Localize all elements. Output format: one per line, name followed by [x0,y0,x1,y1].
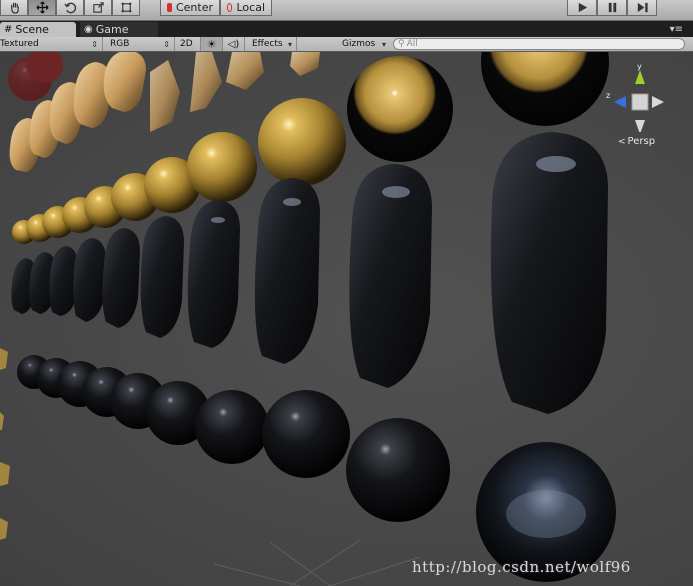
hierarchy-search-input[interactable]: ⚲ All [393,38,685,50]
svg-text:z: z [606,91,610,100]
gizmo-z-axis-icon: z [606,91,626,108]
effects-label: Effects [252,39,283,49]
pivot-mode-button[interactable]: Center [160,0,220,16]
play-icon [578,2,587,13]
rect-icon [121,2,131,13]
gizmos-label: Gizmos [342,39,376,49]
gizmo-center-cube [631,93,649,111]
projection-toggle[interactable]: < Persp [618,136,655,147]
persp-arrow-icon: < [618,136,626,147]
game-icon: ◉ [84,24,93,35]
orientation-gizmo[interactable]: y z [606,62,666,132]
scene-render [0,52,616,586]
mode-2d-label: 2D [180,39,193,49]
gizmos-caret-icon: ▾ [381,39,386,49]
unity-editor-window: Center Local # Scene ◉ Game ▾≡ Textured … [0,0,693,586]
draw-mode-caret-icon: ⇕ [91,39,98,49]
speaker-icon: ◁) [227,38,240,50]
pause-button[interactable] [597,0,627,16]
watermark-text: http://blog.csdn.net/wolf96 [412,558,631,576]
render-mode-caret-icon: ⇕ [163,39,170,49]
pivot-rotation-button[interactable]: Local [220,0,272,16]
pause-icon [608,2,616,13]
mode-2d-toggle[interactable]: 2D [175,37,201,51]
effects-caret-icon: ▾ [287,39,292,49]
step-icon [637,2,648,13]
scene-grid [213,539,421,586]
gizmos-dropdown[interactable]: Gizmos ▾ [335,37,390,51]
pivot-mode-label: Center [175,1,213,14]
scene-audio-toggle[interactable]: ◁) [223,37,245,51]
transform-tools [0,0,140,16]
gizmo-neg-y-axis-icon [635,120,645,132]
gizmo-y-axis-icon: y [635,62,645,84]
move-tool-button[interactable] [28,0,56,16]
render-mode-dropdown[interactable]: RGB ⇕ [103,37,175,51]
pivot-center-icon [167,3,172,12]
move-icon [35,1,49,14]
play-controls [567,0,657,16]
effects-dropdown[interactable]: Effects ▾ [245,37,297,51]
tab-scene-label: Scene [15,23,49,36]
pivot-rotation-label: Local [236,1,265,14]
pivot-controls: Center Local [160,0,272,16]
scene-viewport[interactable]: y z < Persp http://blog.csdn.net/wolf96 [0,52,693,586]
hand-tool-button[interactable] [0,0,28,16]
rect-tool-button[interactable] [112,0,140,16]
scene-lighting-toggle[interactable]: ☀ [201,37,223,51]
render-mode-value: RGB [110,39,130,49]
rotate-tool-button[interactable] [56,0,84,16]
search-icon: ⚲ [398,39,405,49]
tab-menu-icon[interactable]: ▾≡ [670,24,683,35]
draw-mode-value: Textured [0,39,39,49]
search-placeholder: All [406,39,418,49]
left-edge-objects [0,348,10,540]
editor-tab-bar: # Scene ◉ Game ▾≡ [0,21,693,37]
play-button[interactable] [567,0,597,16]
draw-mode-dropdown[interactable]: Textured ⇕ [0,37,103,51]
projection-label: Persp [627,136,656,147]
tab-game-label: Game [95,23,129,36]
tab-scene[interactable]: # Scene [0,22,76,37]
local-rotation-icon [227,3,233,12]
hand-icon [10,2,19,14]
scale-icon [92,2,104,13]
scene-view-controls: Textured ⇕ RGB ⇕ 2D ☀ ◁) Effects ▾ Gizmo… [0,37,693,52]
scene-icon: # [4,24,13,35]
rotate-icon [63,2,76,14]
sun-icon: ☀ [206,37,217,51]
gizmo-x-axis-icon [652,96,664,108]
main-toolbar: Center Local [0,0,693,21]
scale-tool-button[interactable] [84,0,112,16]
tab-game[interactable]: ◉ Game [80,22,158,37]
step-button[interactable] [627,0,657,16]
svg-text:y: y [637,62,642,71]
